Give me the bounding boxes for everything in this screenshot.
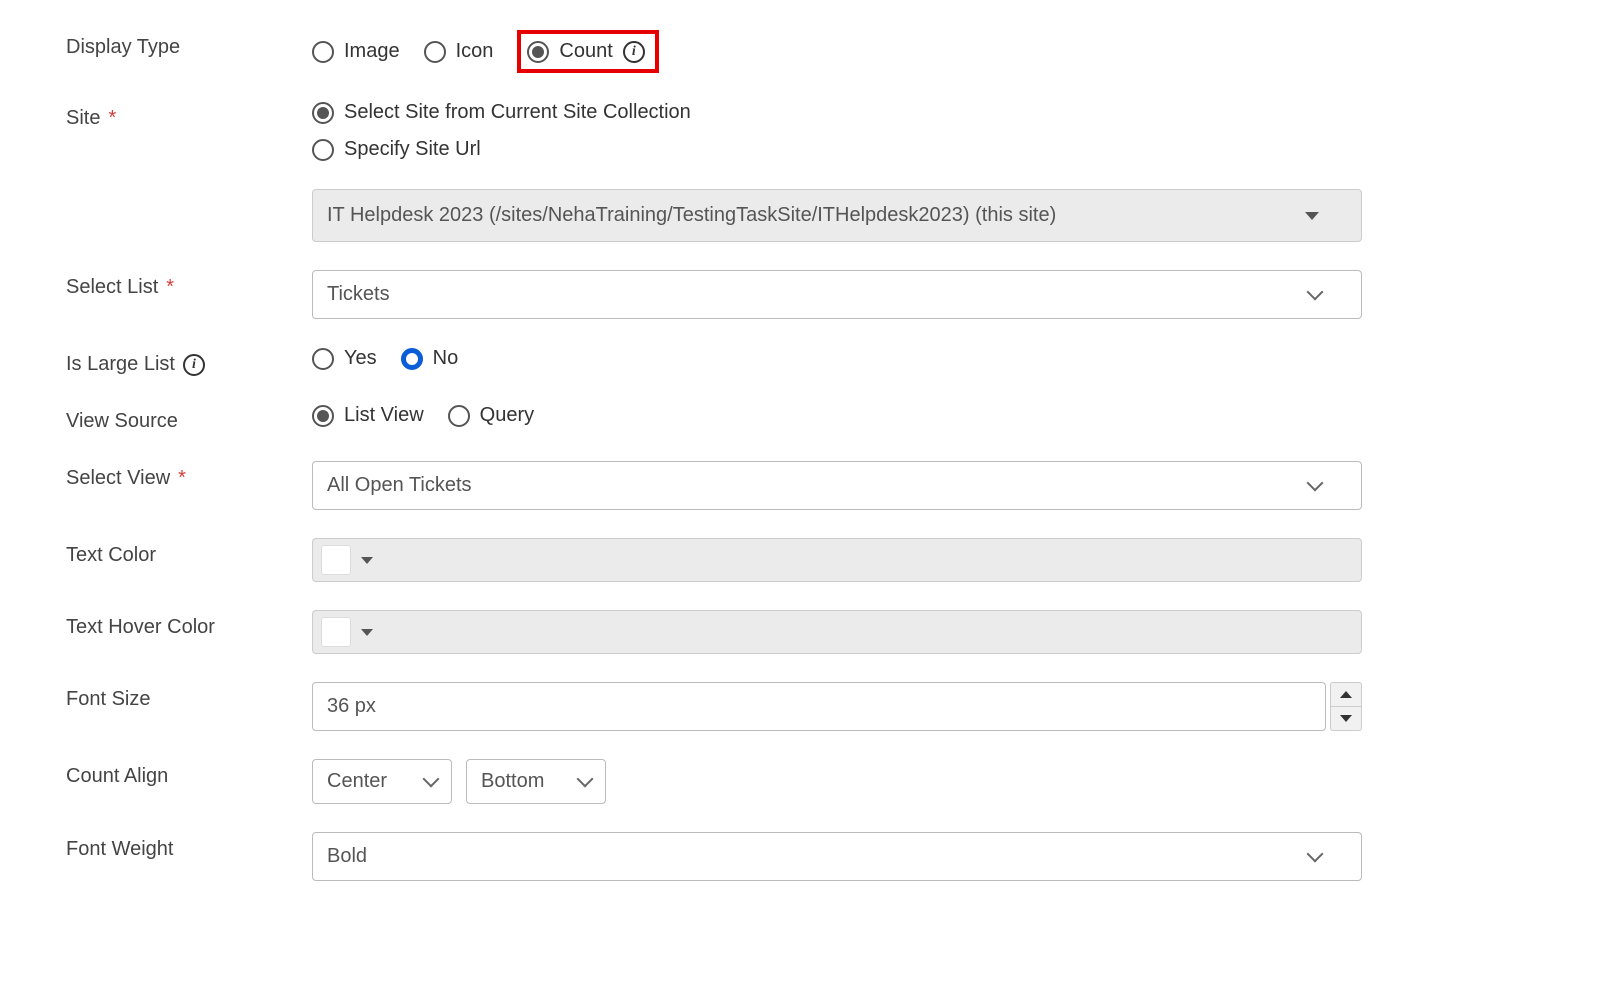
chevron-down-icon (361, 629, 373, 636)
font-size-input[interactable] (312, 682, 1326, 731)
is-large-list-radio-group: Yes No (312, 347, 1362, 370)
chevron-up-icon (1340, 691, 1352, 698)
radio-large-list-no[interactable]: No (401, 347, 459, 370)
radio-label: Icon (456, 40, 494, 63)
row-font-size: Font Size (66, 682, 1567, 731)
label-font-size: Font Size (66, 682, 312, 711)
label-is-large-list: Is Large List i (66, 347, 312, 376)
font-weight-value: Bold (327, 845, 367, 868)
count-align-vertical-value: Bottom (481, 770, 544, 793)
radio-large-list-yes[interactable]: Yes (312, 347, 377, 370)
row-select-list: Select List* Tickets (66, 270, 1567, 319)
row-view-source: View Source List View Query (66, 404, 1567, 433)
required-mark: * (166, 276, 174, 299)
radio-label: Image (344, 40, 400, 63)
radio-label: List View (344, 404, 424, 427)
radio-icon (312, 405, 334, 427)
font-weight-dropdown[interactable]: Bold (312, 832, 1362, 881)
row-select-view: Select View* All Open Tickets (66, 461, 1567, 510)
site-radio-group: Select Site from Current Site Collection… (312, 101, 1362, 161)
display-type-radio-group: Image Icon Count i (312, 30, 1362, 73)
select-list-dropdown[interactable]: Tickets (312, 270, 1362, 319)
font-size-spinner (312, 682, 1362, 731)
label-site: Site* (66, 101, 312, 130)
row-font-weight: Font Weight Bold (66, 832, 1567, 881)
chevron-down-icon (1307, 475, 1324, 492)
text-hover-color-picker[interactable] (312, 610, 1362, 654)
row-is-large-list: Is Large List i Yes No (66, 347, 1567, 376)
info-icon[interactable]: i (623, 41, 645, 63)
font-size-decrement-button[interactable] (1330, 706, 1362, 731)
row-text-color: Text Color (66, 538, 1567, 582)
label-font-weight: Font Weight (66, 832, 312, 861)
radio-display-type-icon[interactable]: Icon (424, 40, 494, 63)
chevron-down-icon (577, 771, 594, 788)
chevron-down-icon (423, 771, 440, 788)
radio-view-source-query[interactable]: Query (448, 404, 534, 427)
radio-display-type-image[interactable]: Image (312, 40, 400, 63)
chevron-down-icon (1305, 212, 1319, 220)
radio-display-type-count[interactable]: Count (527, 40, 612, 63)
radio-icon (312, 102, 334, 124)
radio-label: Count (559, 40, 612, 63)
radio-icon (527, 41, 549, 63)
select-view-dropdown[interactable]: All Open Tickets (312, 461, 1362, 510)
radio-site-specify-url[interactable]: Specify Site Url (312, 138, 481, 161)
chevron-down-icon (361, 557, 373, 564)
view-source-radio-group: List View Query (312, 404, 1362, 427)
count-align-horizontal-value: Center (327, 770, 387, 793)
radio-label: Select Site from Current Site Collection (344, 101, 691, 124)
radio-icon (448, 405, 470, 427)
row-display-type: Display Type Image Icon Count i (66, 30, 1567, 73)
select-list-value: Tickets (327, 283, 390, 306)
row-site-dropdown: IT Helpdesk 2023 (/sites/NehaTraining/Te… (66, 189, 1567, 242)
row-count-align: Count Align Center Bottom (66, 759, 1567, 804)
chevron-down-icon (1340, 715, 1352, 722)
label-select-list: Select List* (66, 270, 312, 299)
radio-site-select-collection[interactable]: Select Site from Current Site Collection (312, 101, 691, 124)
highlighted-count-option: Count i (517, 30, 658, 73)
radio-view-source-list-view[interactable]: List View (312, 404, 424, 427)
radio-label: Yes (344, 347, 377, 370)
label-view-source: View Source (66, 404, 312, 433)
row-text-hover-color: Text Hover Color (66, 610, 1567, 654)
text-color-picker[interactable] (312, 538, 1362, 582)
radio-icon (312, 348, 334, 370)
label-count-align: Count Align (66, 759, 312, 788)
label-text-hover-color: Text Hover Color (66, 610, 312, 639)
row-site: Site* Select Site from Current Site Coll… (66, 101, 1567, 161)
site-dropdown-value: IT Helpdesk 2023 (/sites/NehaTraining/Te… (327, 204, 1056, 227)
label-text-color: Text Color (66, 538, 312, 567)
font-size-increment-button[interactable] (1330, 682, 1362, 706)
select-view-value: All Open Tickets (327, 474, 472, 497)
required-mark: * (108, 107, 116, 130)
required-mark: * (178, 467, 186, 490)
color-swatch (321, 545, 351, 575)
radio-label: No (433, 347, 459, 370)
info-icon[interactable]: i (183, 354, 205, 376)
color-swatch (321, 617, 351, 647)
site-dropdown[interactable]: IT Helpdesk 2023 (/sites/NehaTraining/Te… (312, 189, 1362, 242)
chevron-down-icon (1307, 284, 1324, 301)
radio-icon (312, 41, 334, 63)
radio-label: Specify Site Url (344, 138, 481, 161)
radio-label: Query (480, 404, 534, 427)
chevron-down-icon (1307, 846, 1324, 863)
radio-icon (312, 139, 334, 161)
radio-icon (401, 348, 423, 370)
radio-icon (424, 41, 446, 63)
label-select-view: Select View* (66, 461, 312, 490)
label-display-type: Display Type (66, 30, 312, 59)
count-align-horizontal-dropdown[interactable]: Center (312, 759, 452, 804)
count-align-vertical-dropdown[interactable]: Bottom (466, 759, 606, 804)
